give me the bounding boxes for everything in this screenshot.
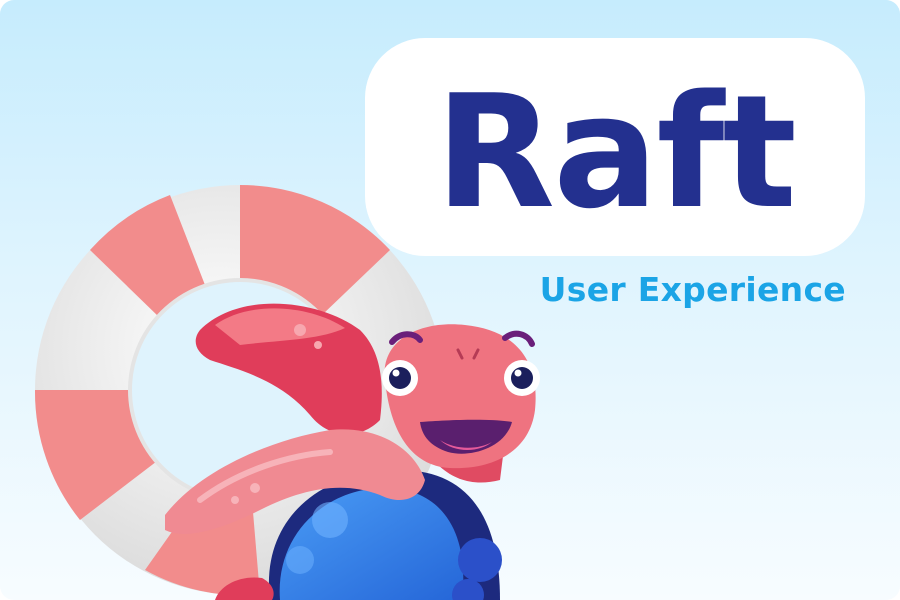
app-title: Raft <box>365 38 865 256</box>
app-title-text: Raft <box>435 61 795 243</box>
hero-banner: Raft User Experience <box>0 0 900 600</box>
app-subtitle: User Experience <box>539 270 846 309</box>
